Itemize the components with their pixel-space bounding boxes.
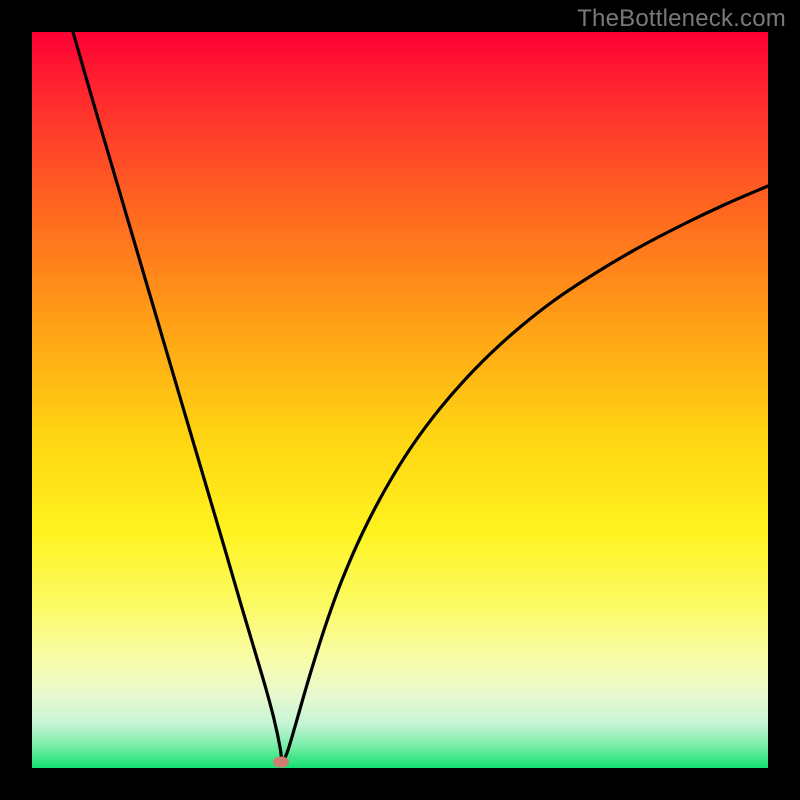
bottleneck-curve [32,32,768,768]
chart-area [32,32,768,768]
watermark-text: TheBottleneck.com [577,5,786,33]
curve-path [73,32,768,763]
minimum-marker [273,757,289,768]
